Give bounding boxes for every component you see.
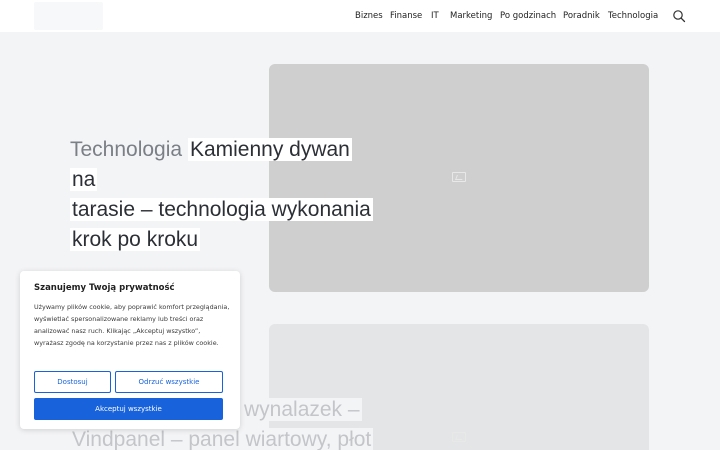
image-placeholder-icon [452, 432, 466, 442]
site-logo[interactable] [34, 2, 103, 30]
post-title-line[interactable]: Vindpanel – panel wiartowy, płot [70, 428, 374, 450]
nav-item-technologia[interactable]: Technologia [608, 11, 658, 21]
nav-item-finanse[interactable]: Finanse [390, 11, 422, 21]
customize-button[interactable]: Dostosuj [34, 371, 111, 393]
accept-all-button[interactable]: Akceptuj wszystkie [34, 398, 223, 420]
cookie-consent-banner: Szanujemy Twoją prywatność Używamy plikó… [20, 271, 240, 429]
post-category[interactable]: Technologia [70, 138, 182, 161]
reject-all-button[interactable]: Odrzuć wszystkie [115, 371, 223, 393]
search-icon[interactable] [672, 9, 686, 23]
site-header: Biznes Finanse IT Marketing Po godzinach… [0, 0, 720, 32]
nav-item-po-godzinach[interactable]: Po godzinach [500, 11, 556, 21]
nav-item-marketing[interactable]: Marketing [450, 11, 492, 21]
nav-item-it[interactable]: IT [431, 11, 439, 21]
post-title-line[interactable]: wynalazek – [242, 398, 362, 421]
nav-item-poradnik[interactable]: Poradnik [563, 11, 600, 21]
post-title[interactable]: Technologia Kamienny dywan na tarasie – … [70, 135, 380, 255]
post-title-line[interactable]: tarasie – technologia wykonania [70, 198, 373, 221]
image-placeholder-icon [452, 172, 466, 182]
nav-item-biznes[interactable]: Biznes [355, 11, 383, 21]
post-title-line[interactable]: krok po kroku [70, 228, 201, 251]
cookie-description: Używamy plików cookie, aby poprawić komf… [34, 303, 230, 347]
cookie-title: Szanujemy Twoją prywatność [34, 283, 175, 293]
